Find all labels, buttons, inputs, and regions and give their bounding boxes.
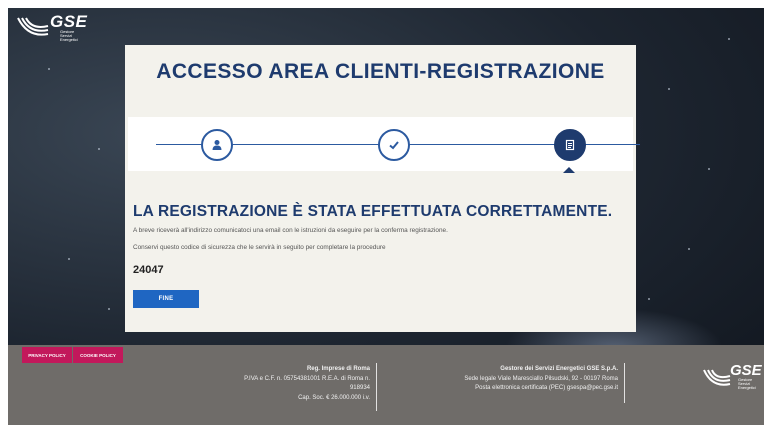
company-title: Gestore dei Servizi Energetici GSE S.p.A… — [500, 366, 618, 372]
gse-footer-logo[interactable]: GSE Gestore Servizi Energetici — [702, 362, 762, 394]
registry-info: Reg. Imprese di Roma P.IVA e C.F. n. 057… — [198, 365, 370, 403]
company-pec: Posta elettronica certificata (PEC) gses… — [475, 385, 618, 391]
document-icon — [565, 139, 575, 151]
gse-swoosh-icon — [703, 369, 731, 386]
registry-line-2: 918934 — [349, 385, 370, 391]
email-info-text: A breve riceverà all'indirizzo comunicat… — [133, 227, 448, 234]
step-complete — [554, 129, 586, 161]
security-code-info-text: Conservi questo codice di sicurezza che … — [133, 244, 386, 251]
security-code: 24047 — [133, 264, 164, 276]
footer: PRIVACY POLICY COOKIE POLICY Reg. Impres… — [8, 345, 764, 425]
page-title: ACCESSO AREA CLIENTI-REGISTRAZIONE — [156, 60, 605, 83]
active-step-pointer — [563, 167, 575, 173]
check-icon — [389, 141, 399, 150]
step-confirm — [378, 129, 410, 161]
registration-card: ACCESSO AREA CLIENTI-REGISTRAZIONE LA RE… — [125, 45, 640, 332]
logo-subtitle: Gestore Servizi Energetici — [738, 377, 756, 390]
finish-button[interactable]: FINE — [133, 290, 199, 308]
footer-divider — [376, 363, 377, 411]
company-address: Sede legale Viale Maresciallo Pilsudski,… — [464, 375, 618, 382]
company-info: Gestore dei Servizi Energetici GSE S.p.A… — [408, 365, 618, 394]
gse-logo[interactable]: GSE Gestore Servizi Energetici — [16, 12, 87, 44]
registry-line-3: Cap. Soc. € 26.000.000 i.v. — [298, 394, 370, 401]
logo-subtitle: Gestore Servizi Energetici — [60, 29, 78, 42]
footer-divider — [624, 363, 625, 403]
gse-swoosh-icon — [17, 17, 49, 36]
success-heading: LA REGISTRAZIONE È STATA EFFETTUATA CORR… — [133, 203, 613, 220]
privacy-policy-link[interactable]: PRIVACY POLICY — [22, 347, 72, 363]
registry-line-1: P.IVA e C.F. n. 05754381001 R.E.A. di Ro… — [244, 375, 370, 382]
cookie-policy-link[interactable]: COOKIE POLICY — [73, 347, 123, 363]
step-user — [201, 129, 233, 161]
registry-title: Reg. Imprese di Roma — [306, 366, 370, 372]
registration-stepper — [128, 117, 640, 171]
user-icon — [212, 140, 222, 150]
